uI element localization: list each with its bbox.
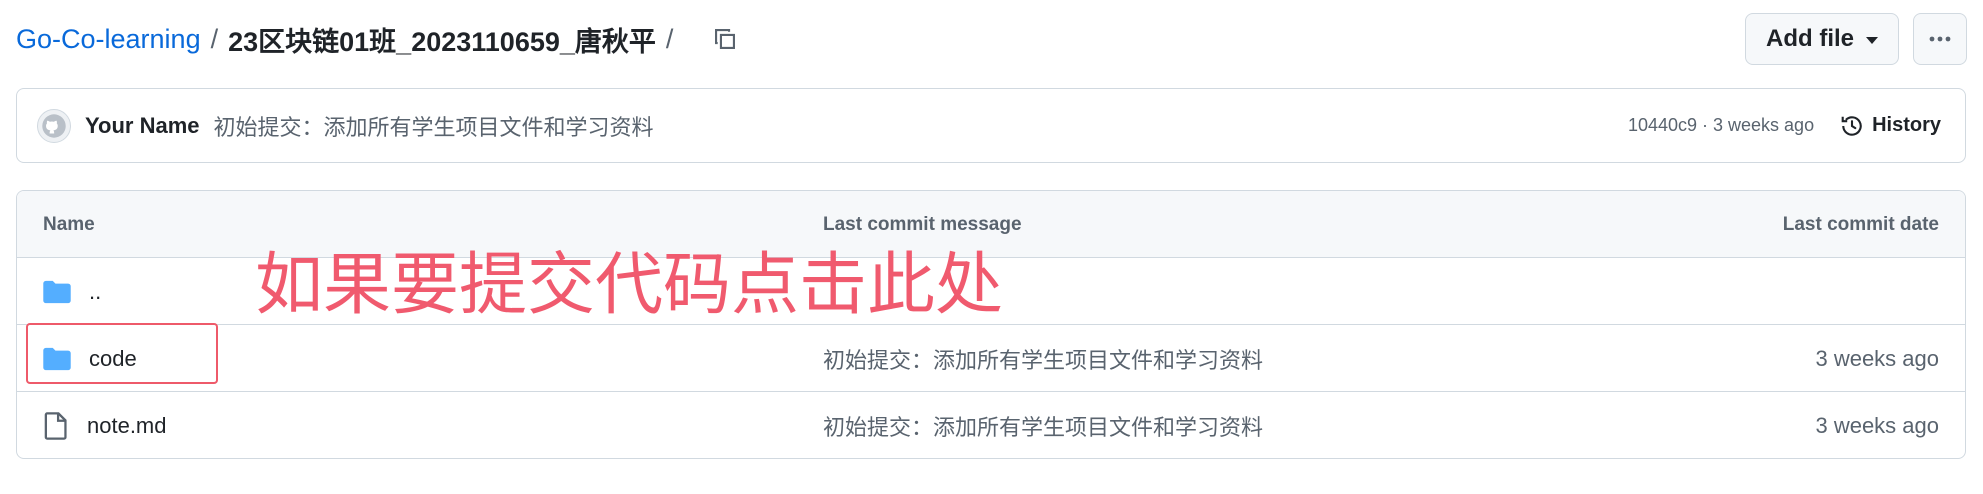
column-header-date: Last commit date [1782, 213, 1939, 235]
file-name[interactable]: .. [89, 279, 101, 305]
latest-commit-box: Your Name 初始提交：添加所有学生项目文件和学习资料 10440c9 ·… [16, 88, 1966, 163]
breadcrumb-separator: / [210, 23, 219, 54]
file-name[interactable]: note.md [87, 413, 167, 439]
table-row-note-file[interactable]: note.md 初始提交：添加所有学生项目文件和学习资料 3 weeks ago [17, 392, 1965, 458]
breadcrumb-repo-link[interactable]: Go-Co-learning [16, 24, 201, 55]
header-actions: Add file [1745, 13, 1967, 65]
commit-hash-age[interactable]: 10440c9 · 3 weeks ago [1628, 115, 1814, 136]
history-label: History [1872, 114, 1941, 136]
add-file-label: Add file [1766, 25, 1854, 52]
breadcrumb: Go-Co-learning / 23区块链01班_2023110659_唐秋平… [16, 17, 747, 61]
chevron-down-icon [1866, 37, 1878, 44]
breadcrumb-trailing-separator: / [665, 23, 674, 54]
add-file-button[interactable]: Add file [1745, 13, 1899, 65]
history-icon [1841, 115, 1862, 136]
github-mark-icon [42, 113, 66, 138]
commit-author[interactable]: Your Name [85, 113, 200, 139]
copy-icon [715, 29, 736, 49]
repo-directory-page: Go-Co-learning / 23区块链01班_2023110659_唐秋平… [0, 0, 1983, 494]
name-cell: .. [43, 258, 101, 325]
name-cell: note.md [43, 392, 167, 458]
top-bar: Go-Co-learning / 23区块链01班_2023110659_唐秋平… [16, 13, 1967, 65]
column-header-name: Name [43, 213, 95, 235]
history-button[interactable]: History [1840, 114, 1941, 138]
name-cell: code [43, 325, 137, 392]
breadcrumb-current-folder: 23区块链01班_2023110659_唐秋平 [228, 26, 656, 57]
commit-message-cell[interactable]: 初始提交：添加所有学生项目文件和学习资料 [823, 325, 1263, 392]
commit-date-cell: 3 weeks ago [1815, 345, 1939, 371]
avatar[interactable] [37, 108, 71, 143]
commit-date-cell: 3 weeks ago [1815, 412, 1939, 438]
kebab-horizontal-icon [1929, 36, 1951, 42]
copy-path-button[interactable] [703, 17, 747, 61]
annotation-text: 如果要提交代码点击此处 [255, 246, 1004, 325]
commit-message[interactable]: 初始提交：添加所有学生项目文件和学习资料 [214, 110, 654, 142]
commit-meta: 10440c9 · 3 weeks ago History [1628, 114, 1941, 138]
file-icon [44, 411, 67, 440]
folder-icon [43, 280, 71, 303]
commit-message-cell[interactable]: 初始提交：添加所有学生项目文件和学习资料 [823, 392, 1263, 458]
more-options-button[interactable] [1913, 13, 1967, 65]
file-name[interactable]: code [89, 346, 137, 372]
folder-icon [43, 347, 71, 370]
table-row-code-folder[interactable]: code 初始提交：添加所有学生项目文件和学习资料 3 weeks ago [17, 325, 1965, 392]
